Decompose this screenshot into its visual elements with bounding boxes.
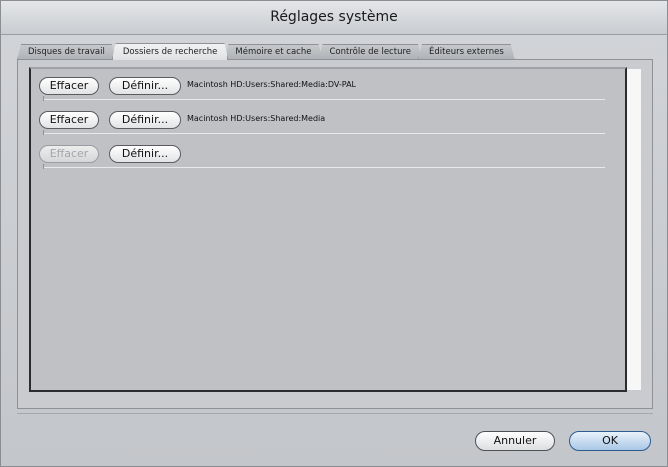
- cancel-button[interactable]: Annuler: [475, 431, 555, 451]
- footer-divider: [17, 413, 653, 414]
- tab-search-folders[interactable]: Dossiers de recherche: [112, 43, 229, 60]
- row-divider: [43, 130, 605, 135]
- title-bar[interactable]: Réglages système: [1, 1, 667, 35]
- search-folder-row: Effacer Définir... Macintosh HD:Users:Sh…: [39, 73, 605, 103]
- clear-button[interactable]: Effacer: [39, 111, 99, 129]
- window-title: Réglages système: [270, 9, 398, 25]
- preferences-window: Réglages système Disques de travail Doss…: [0, 0, 668, 467]
- ok-button[interactable]: OK: [569, 431, 651, 451]
- tab-panel: Effacer Définir... Macintosh HD:Users:Sh…: [17, 59, 653, 409]
- tab-bar: Disques de travail Dossiers de recherche…: [17, 43, 511, 60]
- folder-path: Macintosh HD:Users:Shared:Media: [187, 114, 326, 123]
- scrollbar[interactable]: [627, 69, 641, 390]
- tab-memory-cache[interactable]: Mémoire et cache: [224, 44, 322, 60]
- folder-path: Macintosh HD:Users:Shared:Media:DV-PAL: [187, 80, 357, 89]
- tab-scratch-disks[interactable]: Disques de travail: [17, 44, 116, 60]
- row-divider: [43, 96, 605, 101]
- set-button[interactable]: Définir...: [109, 111, 181, 129]
- search-folder-list: Effacer Définir... Macintosh HD:Users:Sh…: [29, 67, 641, 392]
- clear-button-disabled: Effacer: [39, 145, 99, 163]
- set-button[interactable]: Définir...: [109, 77, 181, 95]
- search-folder-row: Effacer Définir...: [39, 141, 605, 171]
- row-divider: [43, 164, 605, 169]
- search-folder-row: Effacer Définir... Macintosh HD:Users:Sh…: [39, 107, 605, 137]
- tab-playback-control[interactable]: Contrôle de lecture: [318, 44, 422, 60]
- clear-button[interactable]: Effacer: [39, 77, 99, 95]
- set-button[interactable]: Définir...: [109, 145, 181, 163]
- tab-external-editors[interactable]: Éditeurs externes: [418, 44, 515, 60]
